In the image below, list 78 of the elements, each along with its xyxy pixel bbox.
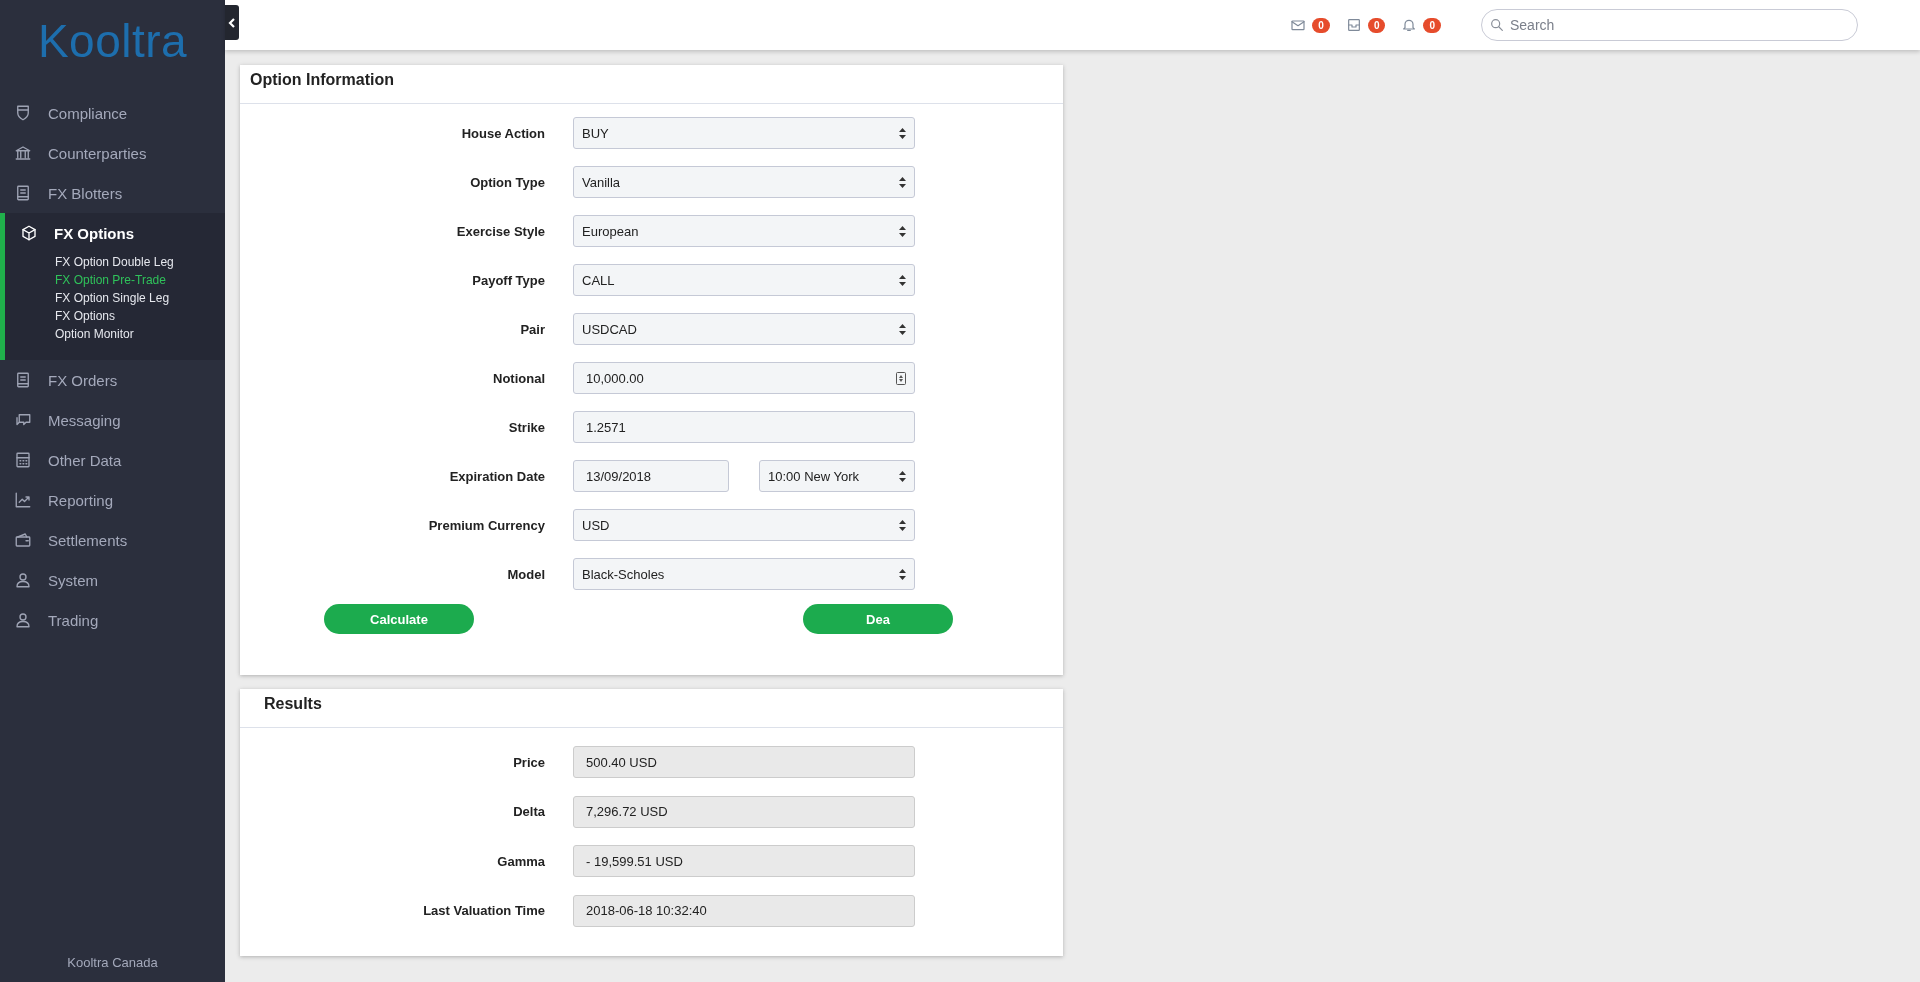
field-label: Gamma xyxy=(496,853,545,869)
output-field: 500.40 USD xyxy=(573,746,915,778)
select-field[interactable]: Vanilla xyxy=(573,166,915,198)
input-field[interactable]: 1.2571 xyxy=(573,411,915,443)
field-label: Payoff Type xyxy=(471,272,545,288)
wallet-icon xyxy=(14,531,32,549)
submenu-item[interactable]: FX Option Single Leg xyxy=(55,289,170,307)
user-icon xyxy=(14,571,32,589)
search-icon xyxy=(1489,17,1505,33)
select-arrows-icon xyxy=(899,225,906,237)
menu-item[interactable]: Settlements xyxy=(0,520,225,560)
select-field[interactable]: USD xyxy=(573,509,915,541)
submenu-item[interactable]: FX Option Double Leg xyxy=(55,253,174,271)
field-label: Expiration Date xyxy=(448,468,545,484)
select-arrows-icon xyxy=(899,176,906,188)
collapse-button[interactable] xyxy=(225,5,239,40)
select-field[interactable]: European xyxy=(573,215,915,247)
field-label: Option Type xyxy=(469,174,545,190)
card-title: Results xyxy=(263,694,322,714)
select-field[interactable]: 10:00 New York xyxy=(759,460,915,492)
output-field: 7,296.72 USD xyxy=(573,795,915,828)
logo: Kooltra xyxy=(37,14,188,68)
input-field[interactable]: 10,000.00 xyxy=(573,362,915,394)
menu-item[interactable]: Reporting xyxy=(0,480,225,520)
select-field[interactable]: CALL xyxy=(573,264,915,296)
field-label: Model xyxy=(506,566,545,582)
menu-item[interactable]: Counterparties xyxy=(0,133,225,173)
field-label: Delta xyxy=(512,804,545,819)
select-arrows-icon xyxy=(899,568,906,580)
submenu-item[interactable]: FX Options xyxy=(55,307,116,325)
shield-icon xyxy=(14,104,32,122)
field-label: House Action xyxy=(460,125,545,141)
chevron-left-icon xyxy=(228,17,236,28)
bell-icon xyxy=(1401,17,1418,33)
field-label: Strike xyxy=(507,419,545,435)
output-field: 2018-06-18 10:32:40 xyxy=(573,894,915,927)
inbox-icon xyxy=(1345,17,1362,33)
submenu-item[interactable]: FX Option Pre-Trade xyxy=(55,271,166,289)
company-name: Kooltra Canada xyxy=(67,955,158,972)
select-arrows-icon xyxy=(899,127,906,139)
menu-item[interactable]: Other Data xyxy=(0,440,225,480)
cube-icon xyxy=(20,224,38,242)
mail-icon xyxy=(1290,17,1307,33)
menu-item[interactable]: FX Orders xyxy=(0,360,225,400)
book-icon xyxy=(14,371,32,389)
select-field[interactable]: BUY xyxy=(573,117,915,149)
input-field[interactable]: 13/09/2018 xyxy=(573,460,729,492)
count-badge: 0 xyxy=(1423,17,1441,33)
book-icon xyxy=(14,184,32,202)
chart-icon xyxy=(14,491,32,509)
menu-item[interactable]: System xyxy=(0,560,225,600)
field-label: Last Valuation Time xyxy=(422,903,545,918)
field-label: Notional xyxy=(492,370,545,386)
field-label: Exercise Style xyxy=(455,223,545,239)
select-field[interactable]: Black-Scholes xyxy=(573,558,915,590)
select-arrows-icon xyxy=(899,519,906,531)
field-label: Price xyxy=(512,754,545,770)
field-label: Premium Currency xyxy=(427,517,545,533)
menu-item[interactable]: Trading xyxy=(0,600,225,640)
user-icon xyxy=(14,611,32,629)
menu-item[interactable]: Compliance xyxy=(0,93,225,133)
select-field[interactable]: USDCAD xyxy=(573,313,915,345)
calculator-icon xyxy=(14,451,32,469)
menu-item[interactable]: Messaging xyxy=(0,400,225,440)
count-badge: 0 xyxy=(1367,17,1386,33)
search-field[interactable]: Search xyxy=(1481,9,1858,41)
menu-item[interactable]: FX Options xyxy=(5,213,225,253)
spinner-icon xyxy=(896,371,906,385)
submenu-item[interactable]: Option Monitor xyxy=(55,325,134,343)
count-badge: 0 xyxy=(1312,17,1330,33)
select-arrows-icon xyxy=(899,274,906,286)
select-arrows-icon xyxy=(899,323,906,335)
bank-icon xyxy=(14,144,32,162)
output-field: - 19,599.51 USD xyxy=(573,845,915,877)
select-arrows-icon xyxy=(899,470,906,482)
menu-item[interactable]: FX Blotters xyxy=(0,173,225,213)
card-title: Option Information xyxy=(249,70,394,90)
field-label: Pair xyxy=(519,321,545,337)
